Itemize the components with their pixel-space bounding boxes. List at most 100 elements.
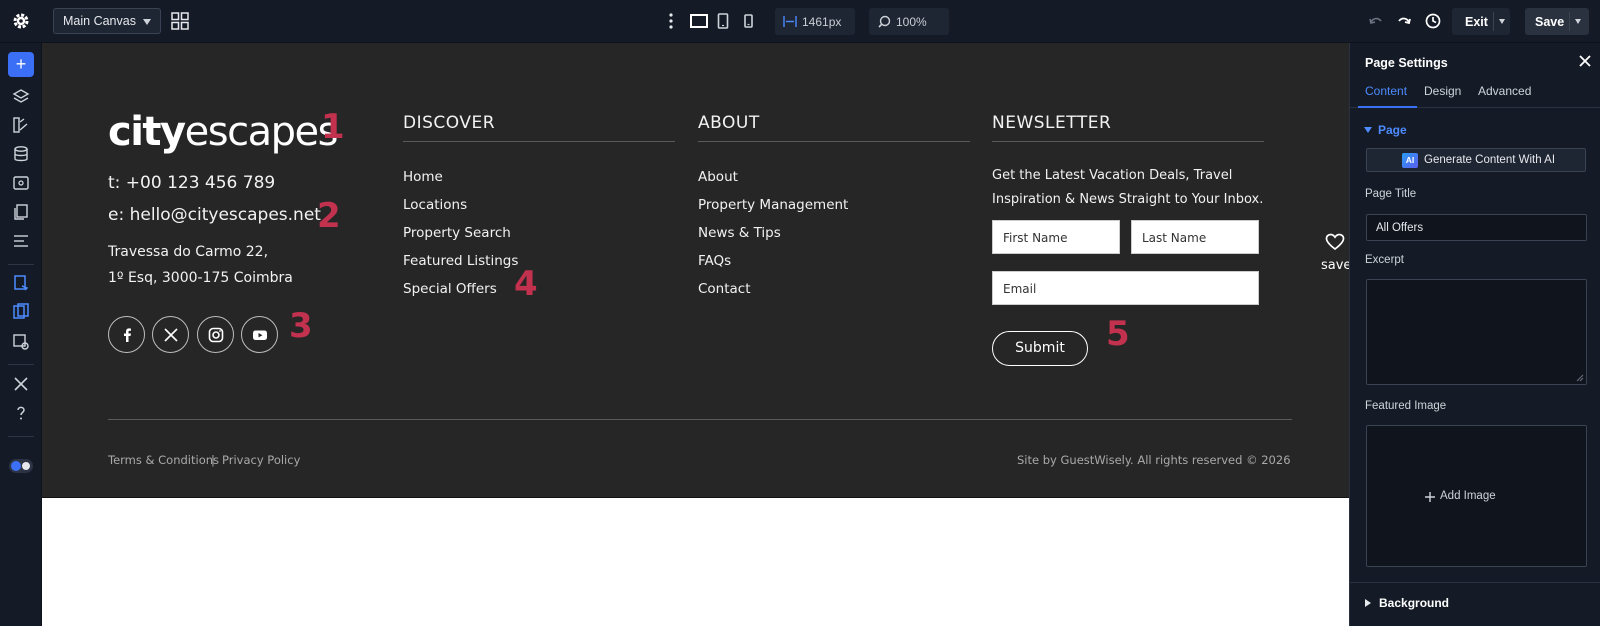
- page-title-input[interactable]: All Offers: [1366, 214, 1587, 241]
- exit-button[interactable]: Exit: [1452, 8, 1510, 35]
- footer-email[interactable]: e: hello@cityescapes.net: [108, 205, 321, 225]
- footer-link-locations[interactable]: Locations: [403, 197, 467, 213]
- submit-button[interactable]: Submit: [992, 331, 1088, 366]
- footer-link-property-search[interactable]: Property Search: [403, 225, 511, 241]
- footer-link-property-management[interactable]: Property Management: [698, 197, 848, 213]
- newsletter-text-line1: Get the Latest Vacation Deals, Travel: [992, 168, 1233, 183]
- canvas-width-value: 1461px: [802, 15, 842, 29]
- excerpt-textarea[interactable]: [1366, 279, 1587, 385]
- layers-icon[interactable]: [12, 88, 30, 106]
- logo-bold: city: [108, 109, 186, 155]
- facebook-icon: [124, 328, 131, 342]
- facebook-button[interactable]: [108, 316, 145, 353]
- about-heading: ABOUT: [698, 113, 760, 133]
- chevron-down-icon[interactable]: [1575, 19, 1581, 24]
- history-icon[interactable]: [1424, 12, 1442, 30]
- section-page-toggle[interactable]: Page: [1364, 123, 1407, 137]
- add-image-label: Add Image: [1440, 490, 1496, 502]
- chevron-down-icon[interactable]: [1499, 19, 1505, 24]
- marker-3: 3: [289, 306, 313, 346]
- pages-icon[interactable]: [12, 203, 30, 221]
- email-input[interactable]: Email: [992, 271, 1259, 305]
- plugin-pages-icon[interactable]: [12, 274, 30, 292]
- page-settings-panel: Page Settings Content Design Advanced Pa…: [1349, 43, 1600, 626]
- panel-divider: [1350, 582, 1600, 583]
- plugin-settings-icon[interactable]: [12, 333, 30, 351]
- generate-content-ai-button[interactable]: AI Generate Content With AI: [1366, 148, 1586, 172]
- last-name-input[interactable]: Last Name: [1131, 220, 1259, 254]
- exit-divider: [1493, 12, 1494, 31]
- footer-link-news-tips[interactable]: News & Tips: [698, 225, 781, 241]
- mobile-icon[interactable]: [742, 11, 754, 31]
- newsletter-divider: [992, 141, 1264, 142]
- media-icon[interactable]: [12, 174, 30, 192]
- newsletter-heading: NEWSLETTER: [992, 113, 1112, 133]
- tablet-icon[interactable]: [717, 11, 729, 31]
- save-button[interactable]: Save: [1525, 8, 1589, 35]
- site-footer[interactable]: cityescapes 1 t: +00 123 456 789 e: hell…: [42, 43, 1349, 498]
- marker-5: 5: [1106, 314, 1130, 354]
- x-twitter-button[interactable]: [152, 316, 189, 353]
- template-list-icon[interactable]: [12, 232, 30, 250]
- footer-link-home[interactable]: Home: [403, 169, 443, 185]
- builder-canvas[interactable]: cityescapes 1 t: +00 123 456 789 e: hell…: [42, 43, 1349, 626]
- zoom-value: 100%: [896, 15, 927, 29]
- canvas-select[interactable]: Main Canvas: [53, 8, 161, 34]
- canvas-width-field[interactable]: 1461px: [775, 8, 855, 35]
- logo-light: escapes: [184, 109, 339, 155]
- about-divider: [698, 141, 970, 142]
- gear-icon[interactable]: [11, 11, 31, 31]
- first-name-input[interactable]: First Name: [992, 220, 1120, 254]
- footer-address-line2: 1º Esq, 3000-175 Coimbra: [108, 270, 293, 286]
- exit-label: Exit: [1465, 15, 1488, 29]
- marker-1: 1: [321, 107, 345, 147]
- rail-divider: [8, 436, 34, 437]
- more-vertical-icon[interactable]: [668, 12, 674, 30]
- footer-link-about[interactable]: About: [698, 169, 738, 185]
- footer-link-faqs[interactable]: FAQs: [698, 253, 731, 269]
- tab-design[interactable]: Design: [1424, 84, 1461, 98]
- privacy-link[interactable]: Privacy Policy: [222, 453, 300, 467]
- resize-handle-icon[interactable]: [1576, 374, 1584, 382]
- zoom-icon: [878, 15, 891, 28]
- moon-icon: [22, 462, 30, 470]
- footer-credit: Site by GuestWisely. All rights reserved…: [1017, 453, 1291, 467]
- grid-icon[interactable]: [171, 12, 189, 30]
- ai-icon: AI: [1402, 153, 1418, 168]
- featured-image-dropzone[interactable]: Add Image: [1366, 425, 1587, 567]
- save-label: Save: [1535, 15, 1565, 29]
- footer-link-featured-listings[interactable]: Featured Listings: [403, 253, 518, 269]
- zoom-field[interactable]: 100%: [869, 8, 949, 35]
- instagram-button[interactable]: [197, 316, 234, 353]
- site-logo[interactable]: cityescapes: [108, 109, 339, 155]
- left-rail: +: [0, 43, 42, 626]
- desktop-icon[interactable]: [690, 11, 708, 31]
- save-favorite-label: save: [1321, 258, 1349, 273]
- terms-link[interactable]: Terms & Conditions: [108, 453, 219, 467]
- footer-address-line1: Travessa do Carmo 22,: [108, 244, 269, 260]
- footer-phone[interactable]: t: +00 123 456 789: [108, 173, 275, 193]
- tab-advanced[interactable]: Advanced: [1478, 84, 1531, 98]
- tools-icon[interactable]: [12, 375, 30, 393]
- page-title-label: Page Title: [1365, 188, 1417, 200]
- redo-icon[interactable]: [1395, 12, 1413, 30]
- undo-icon[interactable]: [1367, 12, 1385, 30]
- canvas-select-label: Main Canvas: [63, 14, 136, 28]
- youtube-icon: [253, 330, 267, 340]
- database-icon[interactable]: [12, 145, 30, 163]
- plus-icon: [1425, 492, 1435, 502]
- close-icon[interactable]: [1578, 54, 1592, 68]
- theme-toggle[interactable]: [9, 459, 33, 473]
- youtube-button[interactable]: [241, 316, 278, 353]
- help-icon[interactable]: [12, 404, 30, 422]
- featured-image-label: Featured Image: [1365, 400, 1447, 412]
- section-background-toggle[interactable]: Background: [1365, 596, 1449, 610]
- save-favorite-button[interactable]: save: [1321, 233, 1349, 273]
- plugin-layers-icon[interactable]: [12, 303, 30, 321]
- footer-link-special-offers[interactable]: Special Offers: [403, 281, 497, 297]
- section-page-label: Page: [1378, 123, 1407, 137]
- styles-icon[interactable]: [12, 116, 30, 134]
- add-element-button[interactable]: +: [8, 52, 34, 77]
- footer-link-contact[interactable]: Contact: [698, 281, 751, 297]
- tab-content[interactable]: Content: [1365, 84, 1407, 98]
